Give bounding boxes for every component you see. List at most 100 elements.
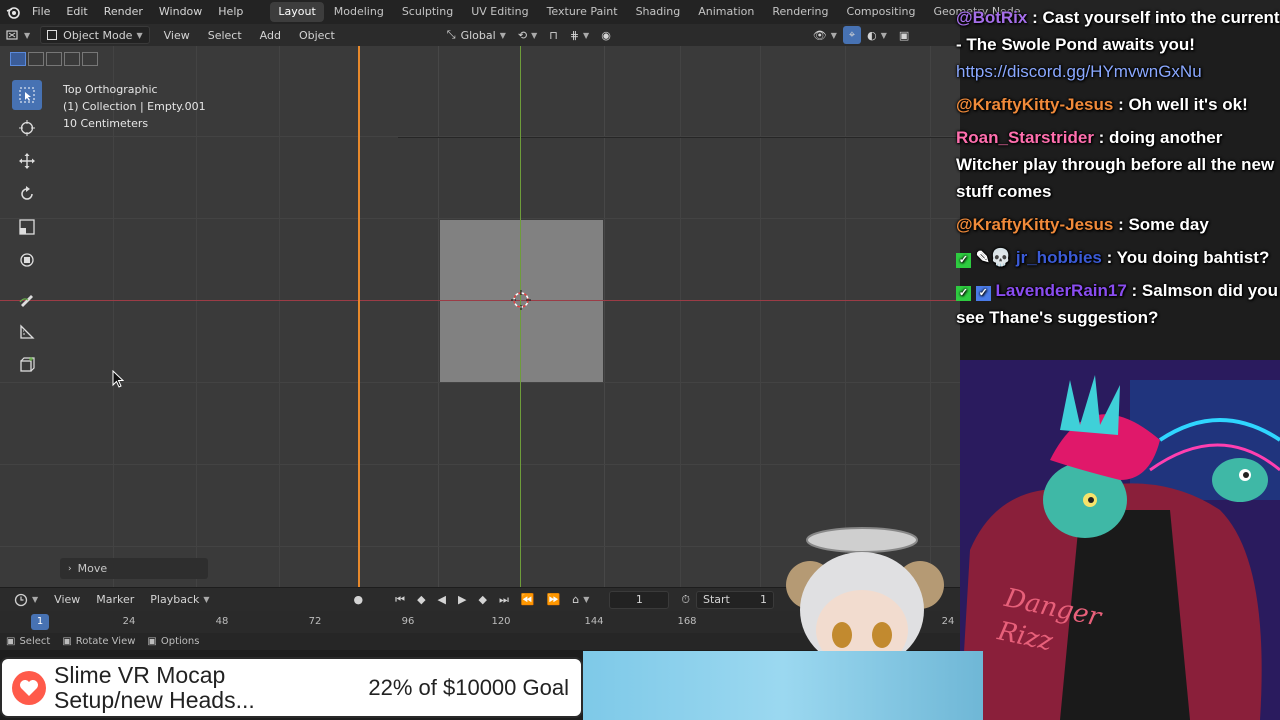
tab-uv-editing[interactable]: UV Editing: [463, 2, 536, 22]
pivot-point-icon[interactable]: ⟲ ▼: [512, 26, 543, 44]
menu-window[interactable]: Window: [151, 0, 210, 24]
chat-link[interactable]: https://discord.gg/HYmvwnGxNu: [956, 58, 1280, 85]
chevron-right-icon: ›: [68, 563, 72, 574]
tab-modeling[interactable]: Modeling: [326, 2, 392, 22]
goal-progress-label: 22% of $10000 Goal: [368, 674, 569, 700]
xray-icon[interactable]: ▣: [893, 26, 915, 44]
3d-cursor-icon[interactable]: [510, 289, 532, 311]
jump-end-icon[interactable]: ⏭: [493, 591, 515, 609]
blender-logo-icon[interactable]: [2, 0, 24, 24]
check-badge-icon: ✓: [956, 286, 971, 301]
chat-text: : Oh well it's ok!: [1118, 95, 1248, 114]
header-menu-object[interactable]: Object: [293, 26, 341, 44]
cursor-tool-icon[interactable]: [12, 113, 42, 143]
menu-help[interactable]: Help: [210, 0, 251, 24]
ruler-label: 48: [215, 616, 229, 627]
overlay-icon[interactable]: ◐ ▼: [861, 26, 893, 44]
chat-message: @KraftyKitty-Jesus : Oh well it's ok!: [953, 91, 1280, 118]
keyframe-prev-icon[interactable]: ⏪: [515, 591, 541, 609]
keying-set-icon[interactable]: ⌂ ▼: [566, 591, 595, 609]
current-frame-field[interactable]: 1: [609, 590, 670, 609]
goal-title-line2: Setup/new Heads...: [54, 686, 255, 713]
menu-edit[interactable]: Edit: [58, 0, 95, 24]
select-box-tool-icon[interactable]: [12, 80, 42, 110]
select-extend-icon[interactable]: [28, 52, 44, 66]
chevron-down-icon: ▼: [24, 30, 31, 40]
chat-username: @BotRix: [956, 8, 1028, 27]
mouse-right-icon: ▣: [147, 636, 157, 647]
proportional-edit-icon[interactable]: ◉: [595, 26, 617, 44]
scale-tool-icon[interactable]: [12, 212, 42, 242]
select-invert-icon[interactable]: [64, 52, 80, 66]
chevron-down-icon: ▼: [136, 30, 143, 40]
start-frame-field[interactable]: Start 1: [695, 590, 774, 609]
jump-start-icon[interactable]: ⏮: [389, 591, 411, 609]
annotate-tool-icon[interactable]: [12, 284, 42, 314]
rotate-tool-icon[interactable]: [12, 179, 42, 209]
chat-username: Roan_Starstrider: [956, 128, 1094, 147]
chat-message: ✓ ✓ LavenderRain17 : Salmson did you see…: [953, 277, 1280, 331]
collection-label: (1) Collection | Empty.001: [63, 100, 206, 113]
ruler-label: 168: [677, 616, 697, 627]
tab-compositing[interactable]: Compositing: [839, 2, 924, 22]
snap-icon[interactable]: ⊓: [543, 26, 564, 44]
tab-rendering[interactable]: Rendering: [764, 2, 836, 22]
chat-message: ✓ ✎💀 jr_hobbies : You doing bahtist?: [953, 244, 1280, 271]
gizmo-icon[interactable]: ⌖: [842, 26, 862, 44]
measure-tool-icon[interactable]: [12, 317, 42, 347]
menu-file[interactable]: File: [24, 0, 58, 24]
tab-shading[interactable]: Shading: [628, 2, 689, 22]
mouse-middle-icon: ▣: [62, 636, 72, 647]
start-label: Start: [702, 593, 730, 606]
timeline-menu-marker[interactable]: Marker: [90, 591, 140, 609]
header-menu-select[interactable]: Select: [202, 26, 248, 44]
transform-orientation-dropdown[interactable]: ⤡ Global ▼: [441, 26, 512, 44]
play-icon[interactable]: ▶: [452, 591, 472, 609]
select-intersect-icon[interactable]: [82, 52, 98, 66]
tab-layout[interactable]: Layout: [270, 2, 324, 22]
auto-keying-icon[interactable]: ●: [348, 591, 370, 609]
select-subtract-icon[interactable]: [46, 52, 62, 66]
visibility-icon[interactable]: 👁 ▼: [807, 26, 843, 44]
header-menu-add[interactable]: Add: [254, 26, 287, 44]
timeline-menu-playback[interactable]: Playback ▼: [144, 591, 215, 609]
camera-frame-line: [358, 46, 360, 587]
last-operator-panel[interactable]: › Move: [60, 558, 208, 579]
chat-username: LavenderRain17: [995, 281, 1127, 300]
header-menu-view[interactable]: View: [158, 26, 196, 44]
frame-boundary-line: [398, 137, 960, 138]
jump-keyframe-back-icon[interactable]: ◆: [411, 591, 431, 609]
tab-animation[interactable]: Animation: [690, 2, 762, 22]
timeline-menu-view[interactable]: View: [48, 591, 86, 609]
status-rotate-view: Rotate View: [75, 636, 136, 647]
tab-texture-paint[interactable]: Texture Paint: [539, 2, 626, 22]
donation-goal-widget: Slime VR Mocap Setup/new Heads... 22% of…: [0, 657, 583, 718]
clock-icon: [14, 593, 28, 606]
play-reverse-icon[interactable]: ◀: [432, 591, 452, 609]
ruler-label: 1: [36, 616, 44, 627]
preview-range-icon[interactable]: ⏱: [675, 591, 696, 609]
move-tool-icon[interactable]: [12, 146, 42, 176]
ruler-label: 144: [584, 616, 604, 627]
mouse-left-icon: ▣: [6, 636, 16, 647]
transform-tool-icon[interactable]: [12, 245, 42, 275]
select-mode-buttons: [10, 52, 98, 66]
mode-dropdown[interactable]: Object Mode ▼: [40, 26, 150, 44]
chat-username: @KraftyKitty-Jesus: [956, 95, 1114, 114]
chat-message: @KraftyKitty-Jesus : Some day: [953, 211, 1280, 238]
keyframe-next-icon[interactable]: ⏩: [541, 591, 567, 609]
orientation-icon: ⤡: [446, 28, 456, 41]
add-cube-tool-icon[interactable]: [12, 350, 42, 380]
editor-type-button[interactable]: ▼: [0, 26, 36, 44]
snap-settings-icon[interactable]: ⋕ ▼: [564, 26, 595, 44]
menu-render[interactable]: Render: [96, 0, 151, 24]
select-new-icon[interactable]: [10, 52, 26, 66]
timeline-editor-type-button[interactable]: ▼: [8, 591, 44, 609]
x-axis-line: [0, 300, 960, 301]
heart-icon: [12, 670, 46, 705]
tab-sculpting[interactable]: Sculpting: [394, 2, 461, 22]
status-options: Options: [160, 636, 200, 647]
jump-keyframe-forward-icon[interactable]: ◆: [472, 591, 492, 609]
viewport-header: ▼ Object Mode ▼ View Select Add Object ⤡…: [0, 24, 960, 46]
chat-text: : Some day: [1118, 215, 1209, 234]
